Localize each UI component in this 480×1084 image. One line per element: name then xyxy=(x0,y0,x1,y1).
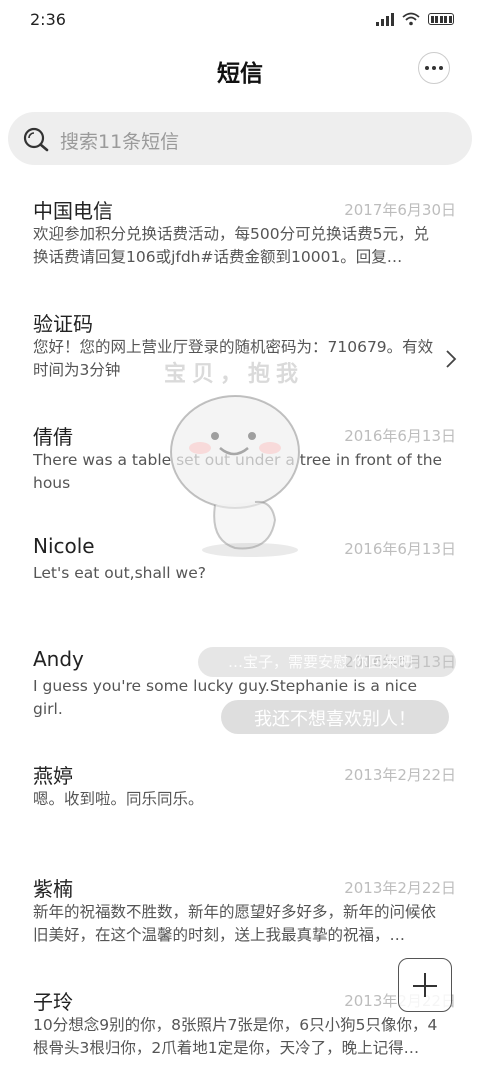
sender-name: 倩倩 xyxy=(33,425,73,449)
mascot-sticker-icon xyxy=(170,395,300,557)
message-item-yanting[interactable]: 燕婷 2013年2月22日 嗯。收到啦。同乐同乐。 xyxy=(0,745,480,858)
sender-name: 验证码 xyxy=(33,312,93,336)
message-date: 2013年2月22日 xyxy=(344,766,456,784)
message-date: 2016年6月13日 xyxy=(344,427,456,445)
sender-name: Andy xyxy=(33,647,84,671)
more-dot xyxy=(432,66,436,70)
overlay-bubble-bottom: 我还不想喜欢别人！ xyxy=(221,700,449,734)
status-time: 2:36 xyxy=(30,10,66,29)
sender-name: 紫楠 xyxy=(33,877,73,901)
more-options-button[interactable] xyxy=(418,52,450,84)
search-bar[interactable]: 搜索11条短信 xyxy=(8,112,472,165)
overlay-bubble-bottom-text: 我还不想喜欢别人！ xyxy=(254,709,416,730)
search-placeholder: 搜索11条短信 xyxy=(60,131,180,153)
message-list: 中国电信 2017年6月30日 欢迎参加积分兑换话费活动，每500分可兑换话费5… xyxy=(0,180,480,1084)
compose-button[interactable] xyxy=(398,958,452,1012)
message-preview: 新年的祝福数不胜数，新年的愿望好多好多，新年的问候依旧美好，在这个温馨的时刻，送… xyxy=(33,903,437,944)
message-date: 2017年6月30日 xyxy=(344,201,456,219)
search-icon xyxy=(23,127,49,152)
sender-name: 燕婷 xyxy=(33,764,73,788)
message-date: 2013年2月22日 xyxy=(344,879,456,897)
sender-name: 中国电信 xyxy=(33,199,113,223)
signal-icon xyxy=(376,12,394,26)
wifi-icon xyxy=(402,12,420,26)
status-icons xyxy=(376,12,454,26)
message-preview: 欢迎参加积分兑换话费活动，每500分可兑换话费5元，兑换话费请回复106或jfd… xyxy=(33,225,429,266)
message-preview: 嗯。收到啦。同乐同乐。 xyxy=(33,790,204,808)
more-dots-icon xyxy=(425,66,429,70)
overlay-bubble-top: …宝子，需要安慰 你回来吧 xyxy=(198,647,456,677)
message-item-zinan[interactable]: 紫楠 2013年2月22日 新年的祝福数不胜数，新年的愿望好多好多，新年的问候依… xyxy=(0,858,480,971)
message-preview: 10分想念9别的你，8张照片7张是你，6只小狗5只像你，4根骨头3根归你，2爪着… xyxy=(33,1016,438,1057)
more-dot xyxy=(439,66,443,70)
message-preview: Let's eat out,shall we? xyxy=(33,564,206,582)
message-date: 2016年6月13日 xyxy=(344,540,456,558)
sender-name: Nicole xyxy=(33,534,95,558)
status-bar: 2:36 xyxy=(0,0,480,40)
battery-icon xyxy=(428,13,454,25)
overlay-caption: 宝贝，抱我 xyxy=(164,362,305,387)
page-title: 短信 xyxy=(217,61,263,87)
overlay-bubble-top-text: …宝子，需要安慰 你回来吧 xyxy=(228,653,413,671)
chevron-right-icon[interactable] xyxy=(444,349,458,369)
message-item-china-telecom[interactable]: 中国电信 2017年6月30日 欢迎参加积分兑换话费活动，每500分可兑换话费5… xyxy=(0,180,480,293)
sender-name: 子玲 xyxy=(33,990,73,1014)
